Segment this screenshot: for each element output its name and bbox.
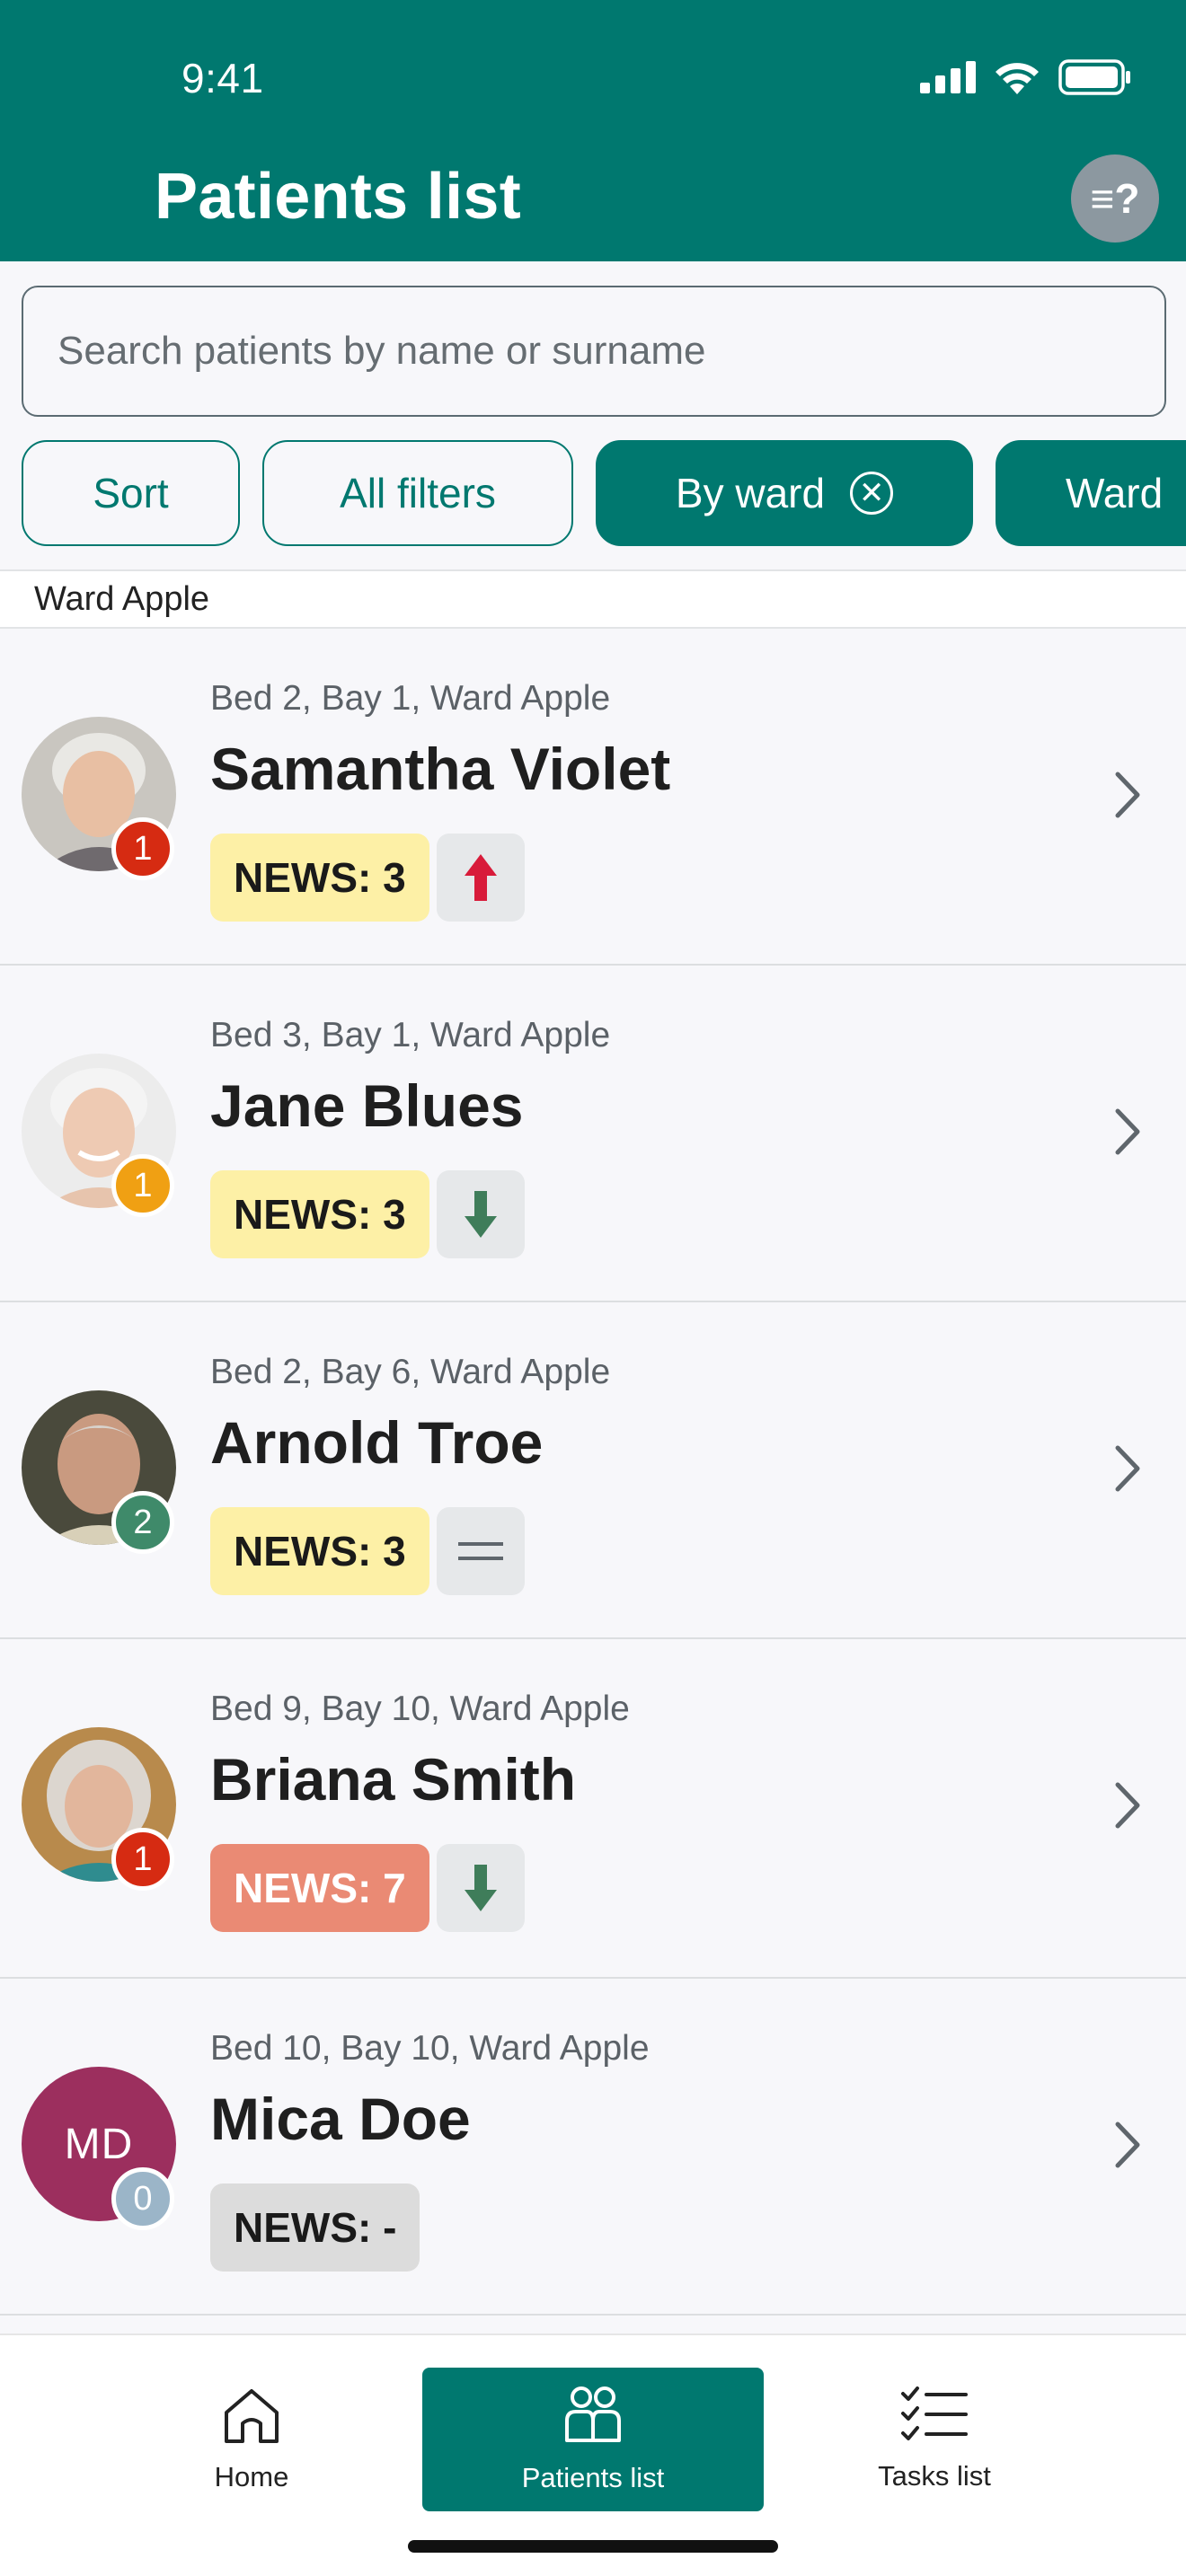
by-ward-chip-label: By ward <box>675 470 826 516</box>
home-indicator <box>408 2540 778 2553</box>
all-filters-chip-label: All filters <box>340 470 496 516</box>
patients-icon <box>565 2386 621 2442</box>
trend-down-icon <box>437 1844 525 1932</box>
alert-count-badge: 0 <box>111 2167 174 2230</box>
chevron-right-icon[interactable] <box>1114 2121 1141 2169</box>
page-title: Patients list <box>155 161 522 233</box>
patient-row[interactable]: 1 Bed 3, Bay 1, Ward Apple Jane Blues NE… <box>0 966 1186 1302</box>
patient-name: Mica Doe <box>210 2086 471 2152</box>
home-icon <box>225 2389 279 2443</box>
news-score-badge: NEWS: - <box>210 2183 420 2272</box>
bottom-nav: Home Patients list Tasks list <box>0 2333 1186 2576</box>
status-time: 9:41 <box>181 55 264 101</box>
alert-count-badge: 1 <box>111 817 174 880</box>
chevron-right-icon[interactable] <box>1114 1444 1141 1493</box>
alert-count-badge: 2 <box>111 1491 174 1554</box>
filter-chips: Sort All filters By ward ✕ Ward <box>0 440 1186 546</box>
status-icons <box>920 59 1132 95</box>
nav-tasks-list-label: Tasks list <box>878 2460 991 2492</box>
search-box[interactable] <box>22 286 1166 417</box>
trend-down-icon <box>437 1170 525 1258</box>
nav-patients-list[interactable]: Patients list <box>422 2368 764 2511</box>
tasks-icon <box>901 2386 968 2440</box>
patient-name: Briana Smith <box>210 1746 577 1813</box>
alert-count-badge: 1 <box>111 1154 174 1217</box>
patient-location: Bed 2, Bay 6, Ward Apple <box>210 1353 611 1391</box>
nav-tasks-list[interactable]: Tasks list <box>845 2368 1024 2511</box>
news-score-badge: NEWS: 3 <box>210 1507 429 1595</box>
ward-section-header: Ward Apple <box>0 569 1186 629</box>
nav-home-label: Home <box>214 2461 289 2492</box>
help-filter-button[interactable]: ≡? <box>1071 154 1159 243</box>
remove-filter-icon[interactable]: ✕ <box>850 472 894 515</box>
chevron-right-icon[interactable] <box>1114 1107 1141 1156</box>
chevron-right-icon[interactable] <box>1114 771 1141 819</box>
nav-patients-list-label: Patients list <box>521 2462 665 2493</box>
battery-icon <box>1058 59 1130 95</box>
patient-location: Bed 10, Bay 10, Ward Apple <box>210 2029 650 2068</box>
news-score-badge: NEWS: 3 <box>210 1170 429 1258</box>
patient-name: Samantha Violet <box>210 736 671 802</box>
patient-row[interactable]: 1 Bed 2, Bay 1, Ward Apple Samantha Viol… <box>0 629 1186 966</box>
patient-name: Jane Blues <box>210 1072 524 1139</box>
wifi-icon <box>996 63 1039 94</box>
patient-name: Arnold Troe <box>210 1409 544 1476</box>
patient-row[interactable]: MD 0 Bed 10, Bay 10, Ward Apple Mica Doe… <box>0 1979 1186 2316</box>
cellular-signal-icon <box>920 61 976 93</box>
sort-chip[interactable]: Sort <box>22 440 240 546</box>
patient-row[interactable]: 2 Bed 2, Bay 6, Ward Apple Arnold Troe N… <box>0 1302 1186 1639</box>
trend-steady-icon <box>437 1507 525 1595</box>
app-header: 9:41 Patients list ≡? <box>0 0 1186 261</box>
all-filters-chip[interactable]: All filters <box>262 440 573 546</box>
ward-chip[interactable]: Ward <box>996 440 1186 546</box>
app-screen: 9:41 Patients list ≡? Search patients by… <box>0 0 1186 2576</box>
patient-list: 1 Bed 2, Bay 1, Ward Apple Samantha Viol… <box>0 629 1186 2316</box>
patient-location: Bed 3, Bay 1, Ward Apple <box>210 1016 611 1054</box>
trend-up-icon <box>437 834 525 922</box>
news-score-badge: NEWS: 7 <box>210 1844 429 1932</box>
patient-row[interactable]: 1 Bed 9, Bay 10, Ward Apple Briana Smith… <box>0 1639 1186 1979</box>
patient-location: Bed 9, Bay 10, Ward Apple <box>210 1689 630 1728</box>
search-input[interactable] <box>58 329 1164 374</box>
patient-location: Bed 2, Bay 1, Ward Apple <box>210 679 611 718</box>
nav-home[interactable]: Home <box>162 2368 341 2511</box>
chevron-right-icon[interactable] <box>1114 1781 1141 1830</box>
ward-chip-label: Ward <box>1066 470 1164 516</box>
sort-chip-label: Sort <box>93 470 169 516</box>
alert-count-badge: 1 <box>111 1828 174 1891</box>
by-ward-chip[interactable]: By ward ✕ <box>596 440 973 546</box>
news-score-badge: NEWS: 3 <box>210 834 429 922</box>
